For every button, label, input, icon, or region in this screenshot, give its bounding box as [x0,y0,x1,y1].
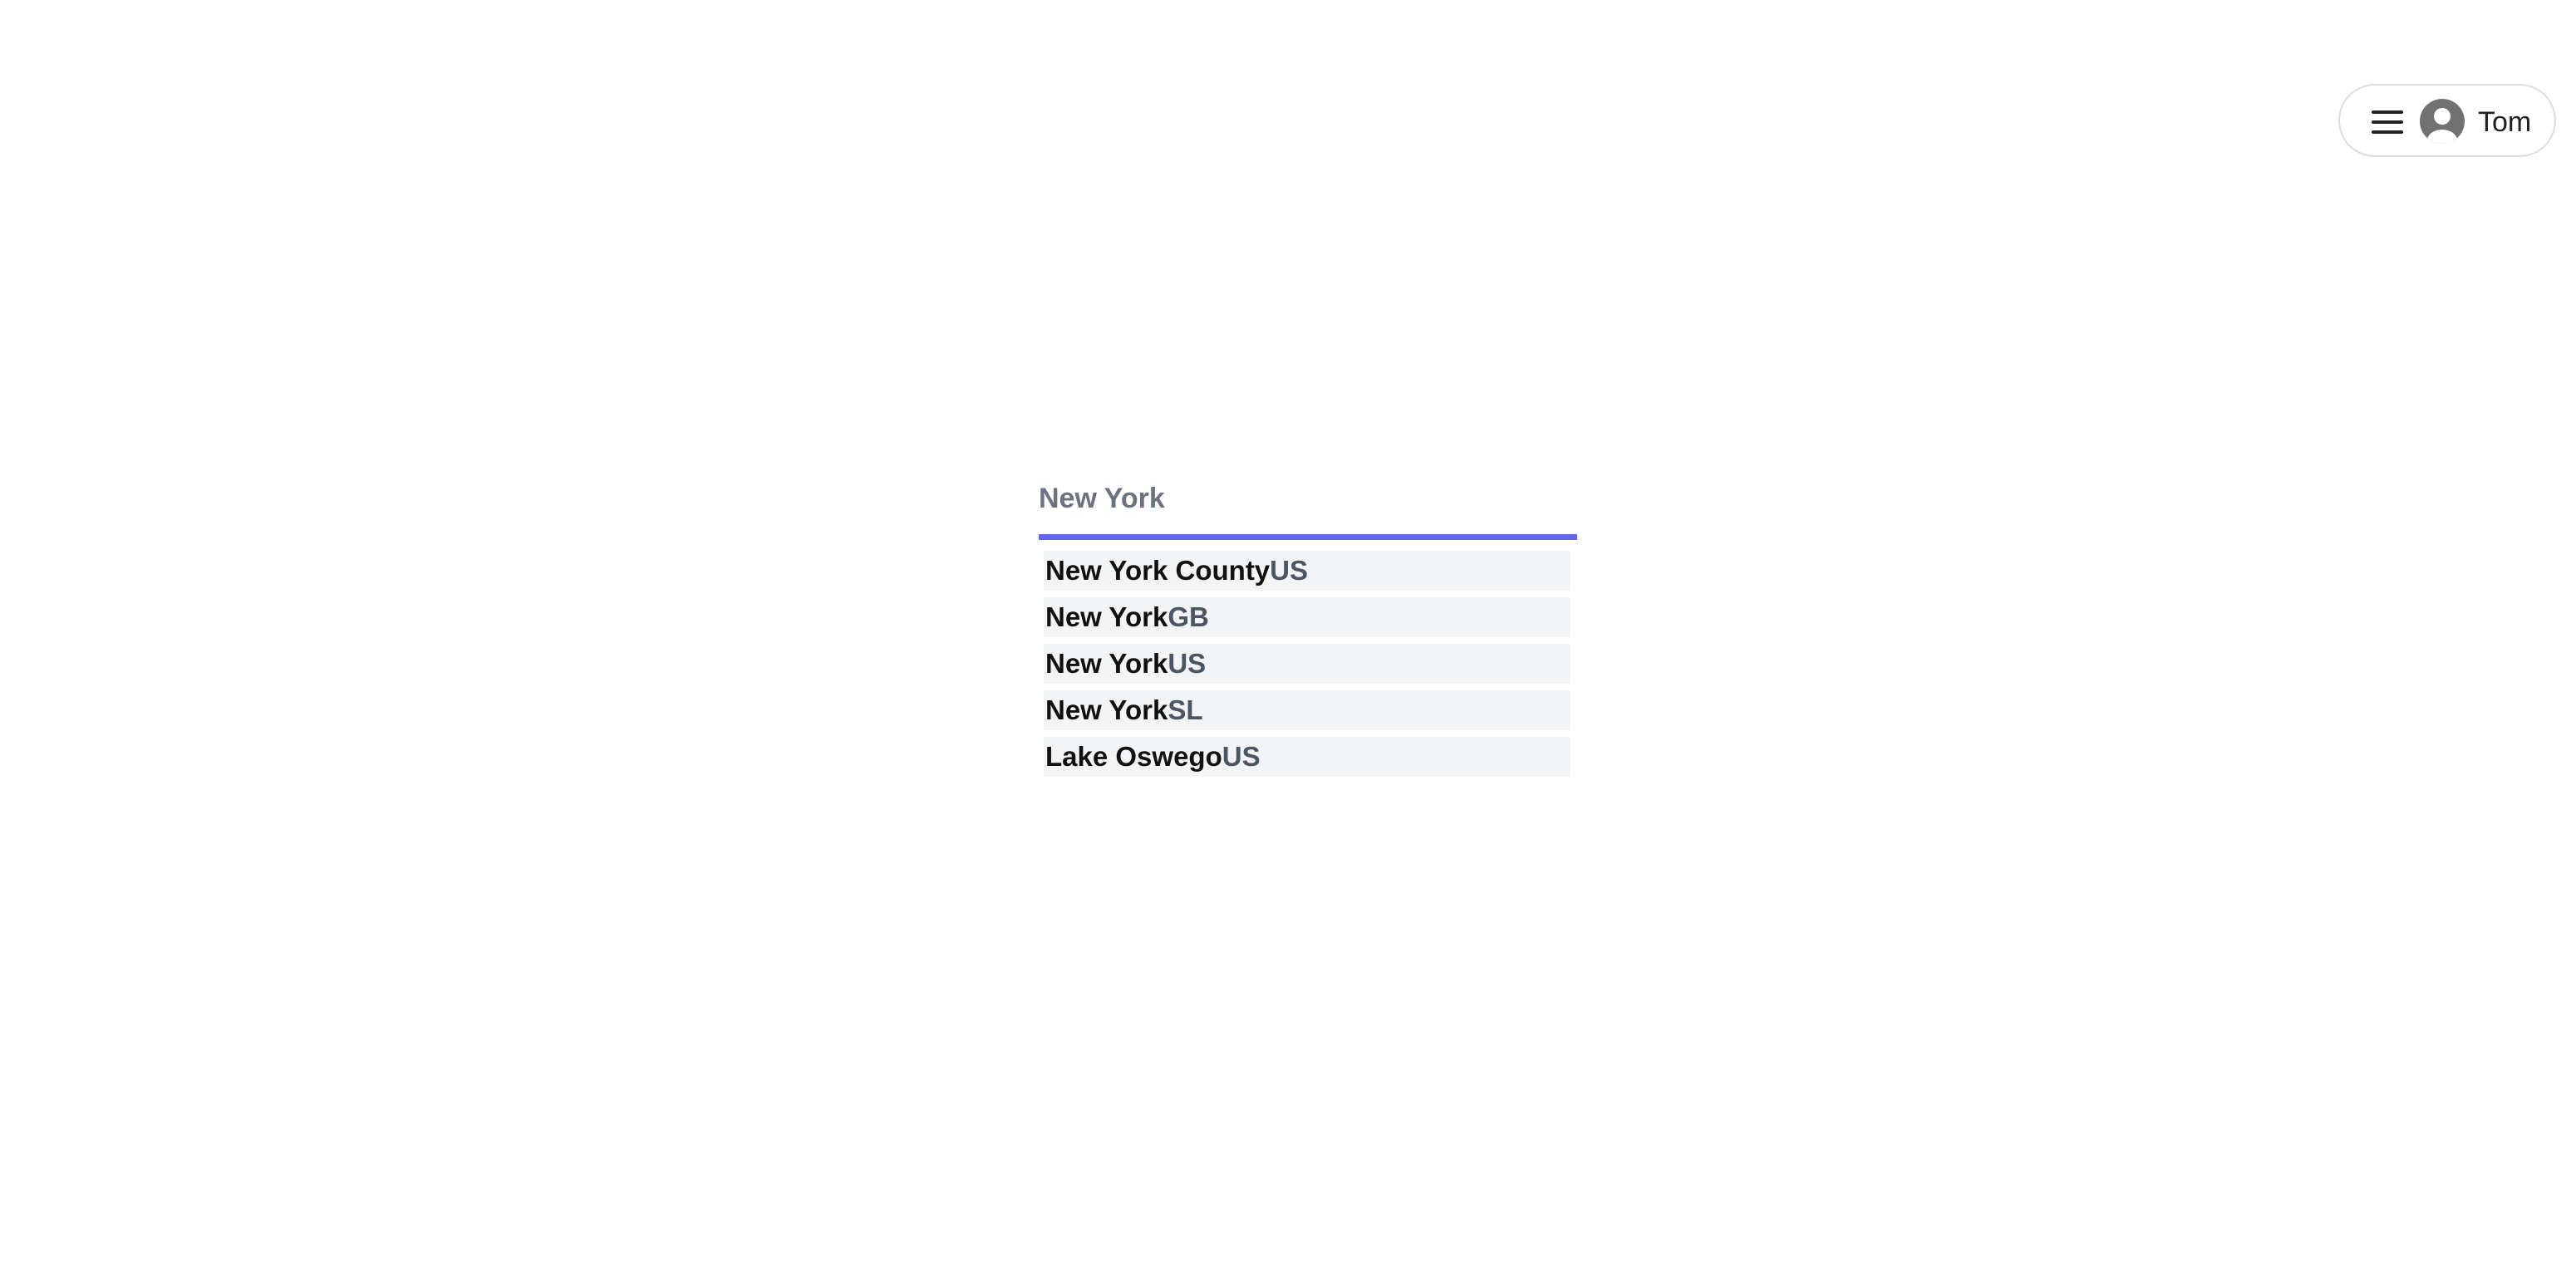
suggestion-item[interactable]: New York SL [1044,690,1571,730]
page: Tom New York CountyUS New YorkGB New Yor… [0,0,2576,1271]
suggestions-list: New York County US New York GB New York US … [1044,551,1571,783]
search-box [1039,465,1577,540]
user-name: Tom [2478,106,2532,138]
suggestion-item[interactable]: New York US [1044,644,1571,684]
suggestion-city: New York [1045,694,1168,725]
suggestion-country: GB [1168,601,1209,632]
suggestion-city: Lake Oswego [1045,741,1222,772]
suggestion-city: New York County [1045,555,1271,586]
suggestion-city: New York [1045,601,1168,632]
suggestion-country: SL [1168,694,1203,725]
suggestion-country: US [1168,648,1207,679]
suggestion-item[interactable]: New York GB [1044,597,1571,637]
search-input[interactable] [1039,465,1577,532]
suggestion-country: US [1270,555,1308,586]
user-menu-button[interactable]: Tom [2338,84,2556,157]
suggestion-item[interactable]: Lake Oswego US [1044,737,1571,777]
suggestion-country: US [1222,741,1261,772]
user-avatar-icon [2420,99,2465,144]
search-underline [1039,534,1577,540]
suggestion-item[interactable]: New York County US [1044,551,1571,591]
suggestion-city: New York [1045,648,1168,679]
hamburger-menu-icon [2372,110,2403,134]
